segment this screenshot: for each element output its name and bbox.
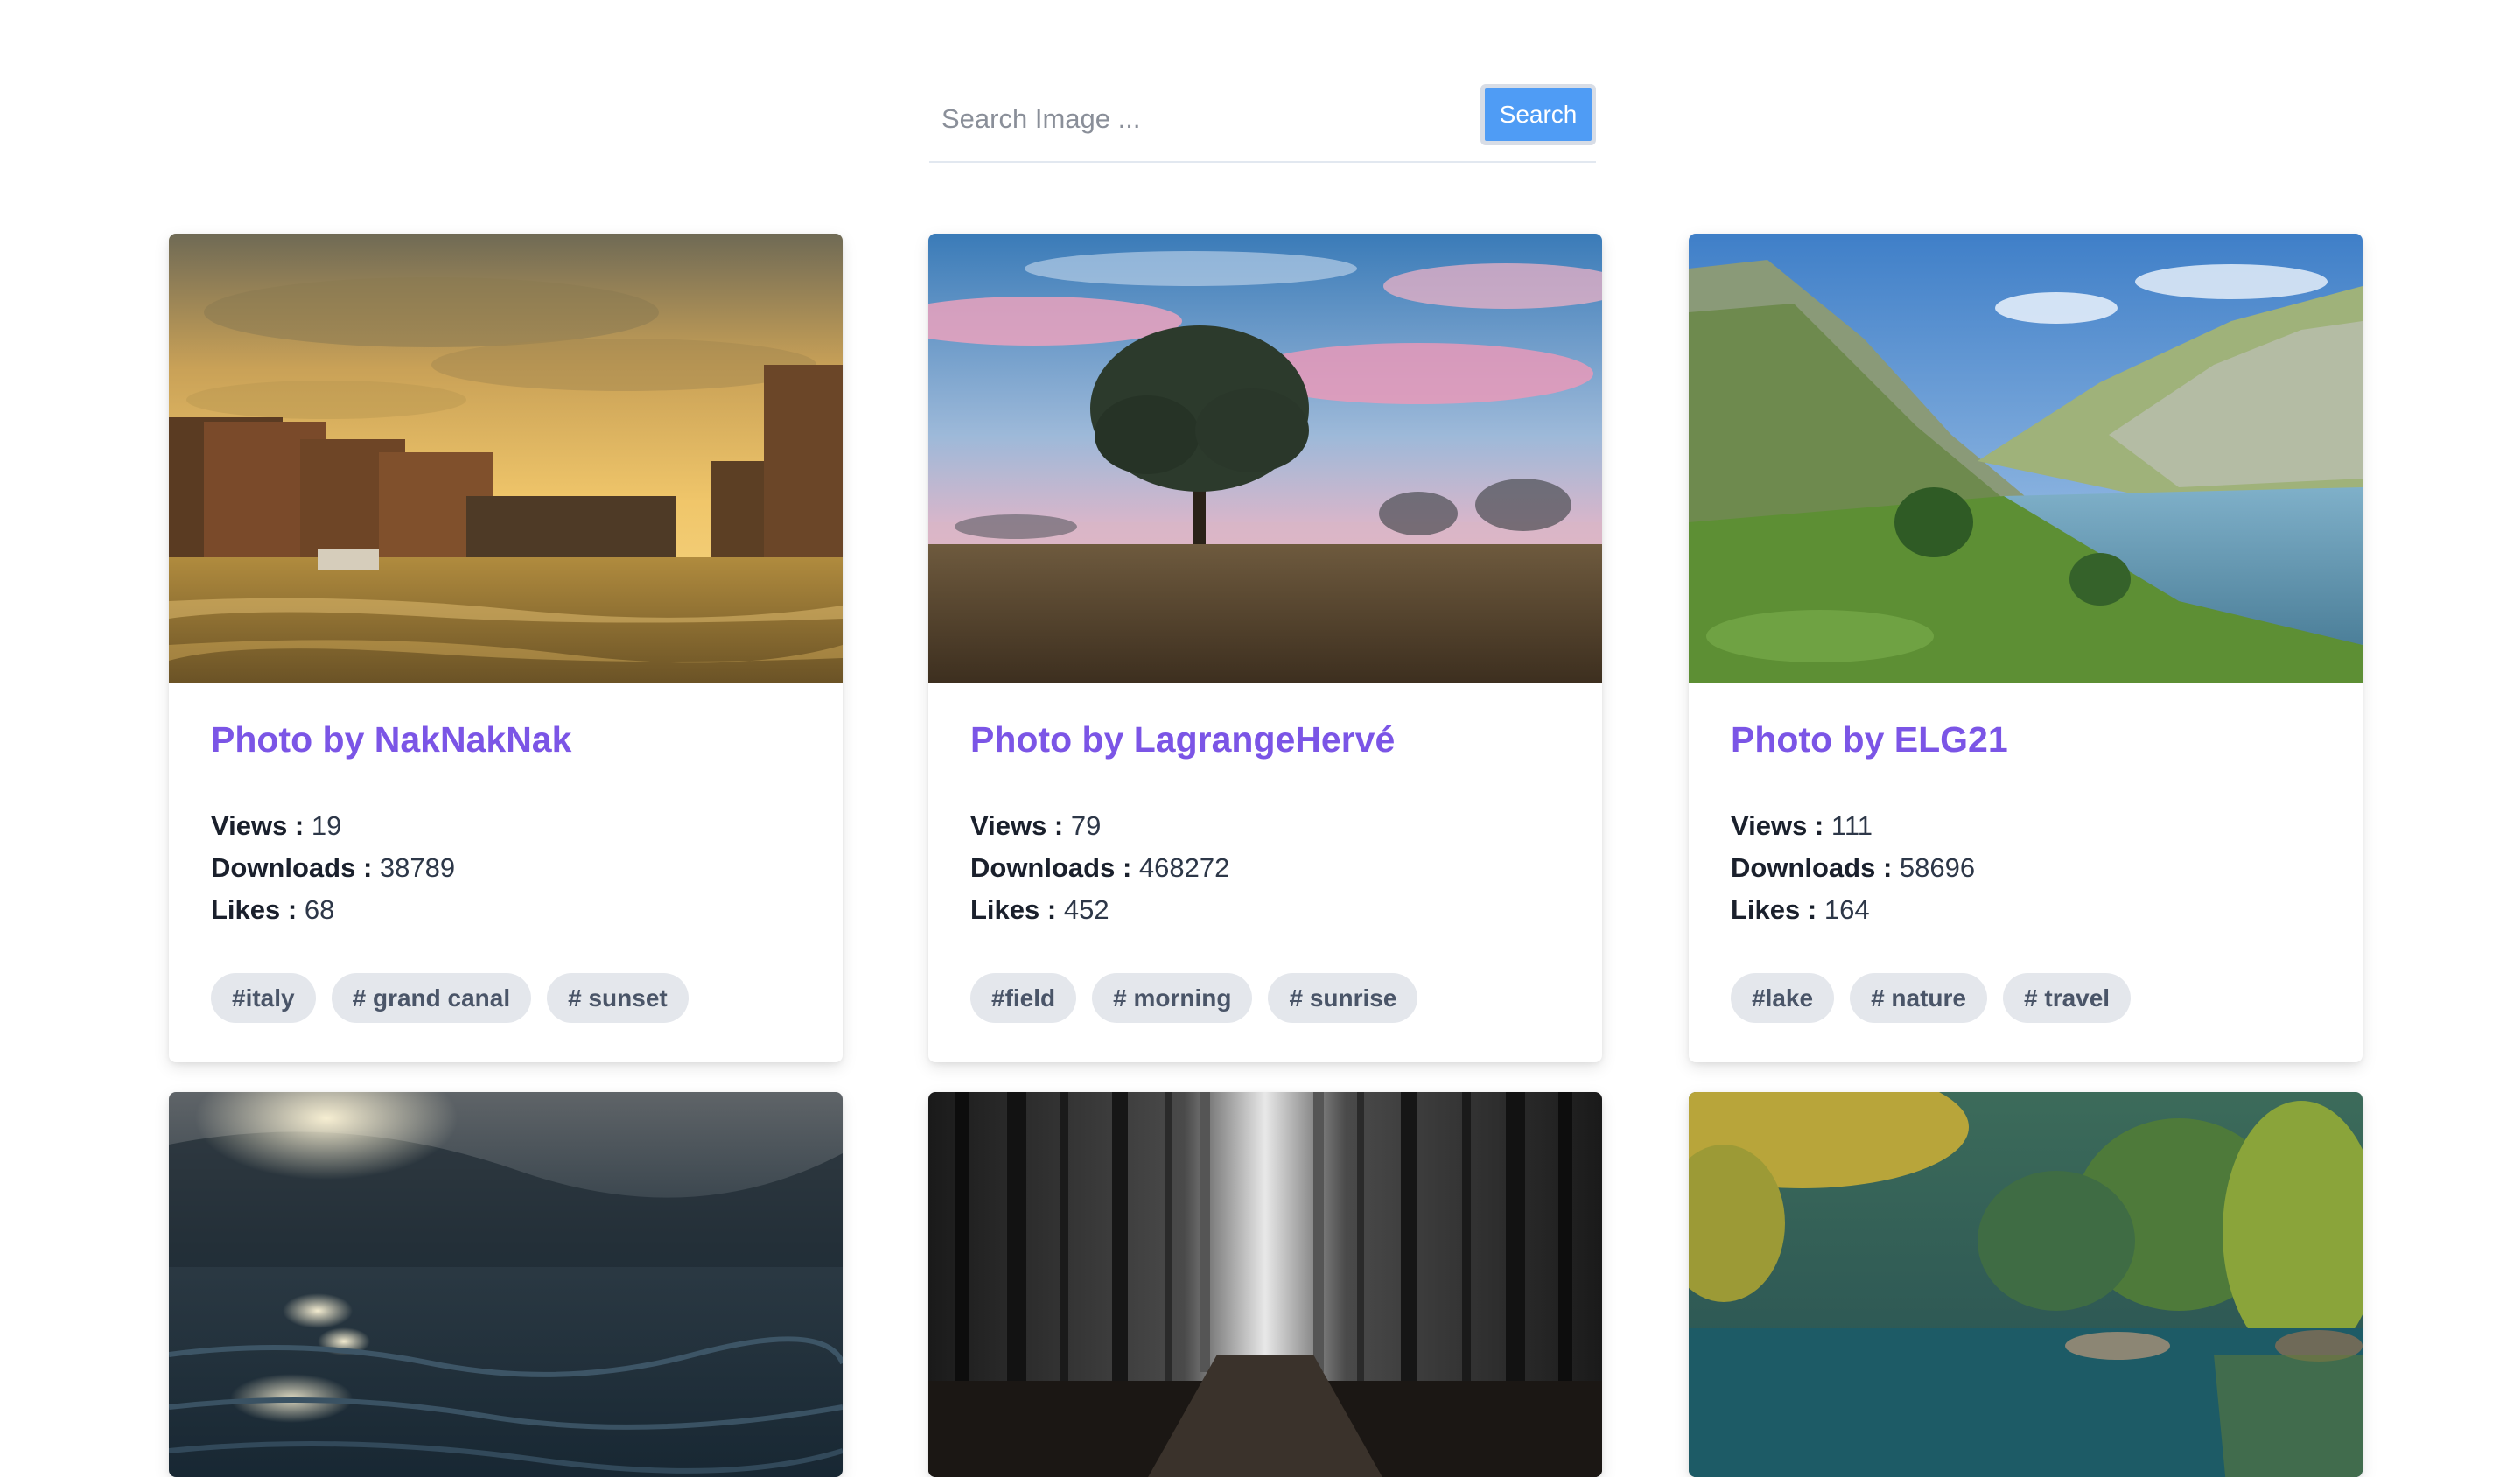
search-bar: Search <box>929 84 1596 163</box>
tag-travel[interactable]: # travel <box>2003 973 2132 1023</box>
tag-list: #italy # grand canal # sunset <box>211 973 801 1023</box>
photo-dark-water-sun-reflection[interactable] <box>169 1092 843 1477</box>
tag-nature[interactable]: # nature <box>1850 973 1988 1023</box>
likes-stat: Likes : 164 <box>1731 894 1870 925</box>
downloads-stat: Downloads : 58696 <box>1731 852 1976 883</box>
tag-list: #field # morning # sunrise <box>970 973 1560 1023</box>
views-stat: Views : 79 <box>970 810 1102 841</box>
tag-field[interactable]: #field <box>970 973 1077 1023</box>
photo-dark-forest-path[interactable] <box>928 1092 1602 1477</box>
tag-lake[interactable]: #lake <box>1731 973 1835 1023</box>
tag-morning[interactable]: # morning <box>1092 973 1253 1023</box>
photo-credit-title[interactable]: Photo by ELG21 <box>1731 718 2320 761</box>
tag-italy[interactable]: #italy <box>211 973 316 1023</box>
tag-sunrise[interactable]: # sunrise <box>1268 973 1418 1023</box>
views-stat: Views : 19 <box>211 810 342 841</box>
tag-grand-canal[interactable]: # grand canal <box>331 973 532 1023</box>
image-card <box>169 1092 843 1477</box>
image-card: Photo by ELG21 Views : 111 Downloads : 5… <box>1689 234 2362 1062</box>
likes-stat: Likes : 68 <box>211 894 335 925</box>
photo-mountain-lake-green-hills[interactable] <box>1689 234 2362 682</box>
photo-credit-title[interactable]: Photo by NakNakNak <box>211 718 801 761</box>
image-card: Photo by LagrangeHervé Views : 79 Downlo… <box>928 234 1602 1062</box>
image-card <box>1689 1092 2362 1477</box>
image-card: Photo by NakNakNak Views : 19 Downloads … <box>169 234 843 1062</box>
search-input[interactable] <box>940 93 1430 145</box>
photo-tree-in-field-sunrise[interactable] <box>928 234 1602 682</box>
views-stat: Views : 111 <box>1731 810 1873 841</box>
tag-list: #lake # nature # travel <box>1731 973 2320 1023</box>
photo-venice-canal-sunset[interactable] <box>169 234 843 682</box>
photo-credit-title[interactable]: Photo by LagrangeHervé <box>970 718 1560 761</box>
downloads-stat: Downloads : 38789 <box>211 852 456 883</box>
search-button-label: Search <box>1485 88 1592 141</box>
image-card <box>928 1092 1602 1477</box>
search-button[interactable]: Search <box>1480 84 1596 145</box>
downloads-stat: Downloads : 468272 <box>970 852 1230 883</box>
photo-forest-lake-reflection[interactable] <box>1689 1092 2362 1477</box>
likes-stat: Likes : 452 <box>970 894 1110 925</box>
tag-sunset[interactable]: # sunset <box>547 973 689 1023</box>
